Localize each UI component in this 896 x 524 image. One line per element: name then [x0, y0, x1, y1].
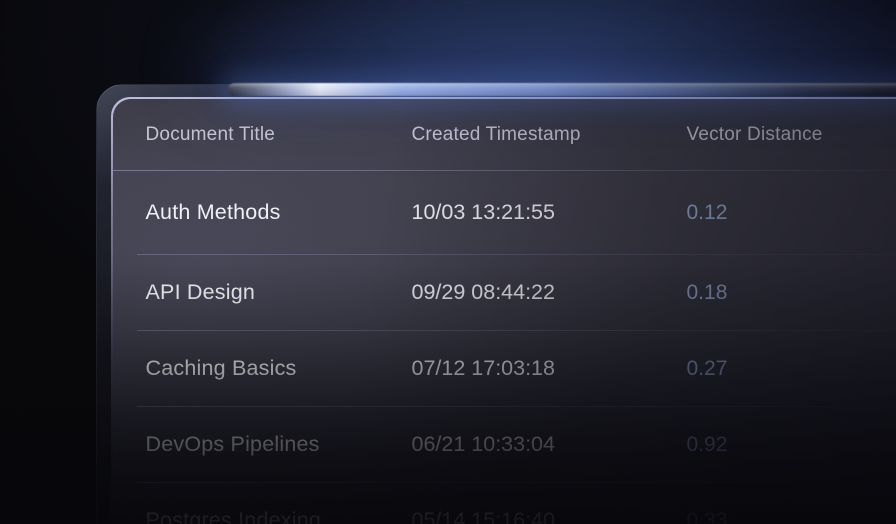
vector-distance-cell: 0.92 — [687, 433, 896, 457]
card-gradient-border: Document Title Created Timestamp Vector … — [111, 97, 896, 524]
created-timestamp-cell: 09/29 08:44:22 — [412, 280, 687, 305]
table-row[interactable]: API Design 09/29 08:44:22 0.18 — [113, 255, 896, 331]
document-title-cell: Caching Basics — [146, 356, 412, 381]
table-card-frame: Document Title Created Timestamp Vector … — [96, 84, 896, 524]
table-row[interactable]: Postgres Indexing 05/14 15:16:40 0.33 — [113, 483, 896, 524]
document-title-cell: Postgres Indexing — [146, 508, 412, 524]
table-header-row: Document Title Created Timestamp Vector … — [113, 99, 896, 171]
table-row[interactable]: Auth Methods 10/03 13:21:55 0.12 — [113, 171, 896, 255]
document-title-cell: API Design — [146, 280, 412, 305]
table-row[interactable]: Caching Basics 07/12 17:03:18 0.27 — [113, 331, 896, 407]
top-edge-glow — [228, 83, 896, 96]
column-header-vector-distance: Vector Distance — [687, 124, 896, 146]
vector-distance-cell: 0.33 — [687, 509, 896, 524]
vector-distance-cell: 0.18 — [687, 281, 896, 305]
vector-distance-cell: 0.27 — [687, 357, 896, 381]
created-timestamp-cell: 10/03 13:21:55 — [412, 200, 687, 225]
scene: Document Title Created Timestamp Vector … — [0, 0, 896, 524]
column-header-created-timestamp: Created Timestamp — [412, 124, 687, 146]
column-header-document-title: Document Title — [146, 124, 412, 146]
table-row[interactable]: DevOps Pipelines 06/21 10:33:04 0.92 — [113, 407, 896, 483]
document-title-cell: Auth Methods — [146, 200, 412, 225]
vector-distance-cell: 0.12 — [687, 201, 896, 225]
documents-table-card: Document Title Created Timestamp Vector … — [113, 99, 896, 524]
document-title-cell: DevOps Pipelines — [146, 432, 412, 457]
created-timestamp-cell: 07/12 17:03:18 — [412, 356, 687, 381]
created-timestamp-cell: 05/14 15:16:40 — [412, 508, 687, 524]
created-timestamp-cell: 06/21 10:33:04 — [412, 432, 687, 457]
